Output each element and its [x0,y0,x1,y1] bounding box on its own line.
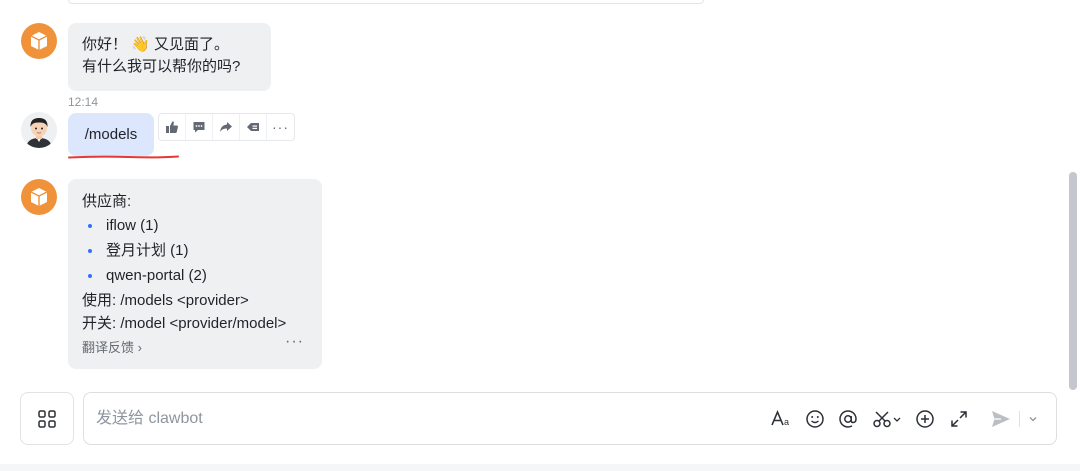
greeting-line-1: 你好！ 👋 又见面了。 [82,34,257,56]
font-format-icon: a [771,409,789,427]
send-options-chevron-icon [1029,417,1037,422]
box-icon [30,32,48,50]
apps-grid-icon [38,409,56,428]
emoji-icon [806,410,824,428]
user-message-bubble[interactable]: /models [68,113,154,156]
screenshot-button[interactable] [872,407,904,431]
expand-icon [951,411,967,427]
send-divider [1019,411,1020,427]
mention-button[interactable] [836,407,860,431]
more-icon: ··· [272,119,289,135]
add-icon [916,410,934,428]
list-item: 登月计划 (1) [82,238,308,263]
provider-list: iflow (1) 登月计划 (1) qwen-portal (2) [82,213,308,288]
expand-composer-button[interactable] [947,407,971,431]
send-button[interactable] [989,407,1013,431]
red-underline-annotation [68,155,179,159]
forward-button[interactable] [213,114,240,140]
add-button[interactable] [913,407,937,431]
reply-button[interactable] [186,114,213,140]
message-composer: a [83,392,1057,445]
message-actions-toolbar: ··· [158,113,295,141]
chevron-right-icon: › [137,340,142,355]
list-item: qwen-portal (2) [82,263,308,288]
send-options-button[interactable] [1024,407,1042,431]
previous-message-card-edge [68,0,704,4]
font-format-button[interactable]: a [770,407,794,431]
usage-line: 使用: /models <provider> [82,292,249,309]
message-input[interactable] [96,407,736,431]
bot-avatar[interactable] [21,179,57,215]
thumbs-up-icon [166,121,178,133]
scrollbar-thumb[interactable] [1069,172,1077,390]
forward-icon [220,122,232,132]
thumbs-up-button[interactable] [159,114,186,140]
user-message-text: /models [84,126,138,143]
waving-hand-emoji: 👋 [131,36,150,53]
scissors-icon [873,411,901,428]
quote-button[interactable] [240,114,267,140]
box-icon [30,188,48,206]
list-item: iflow (1) [82,213,308,238]
window-bottom-edge [0,464,1080,471]
bot-greeting-bubble: 你好！ 👋 又见面了。 有什么我可以帮你的吗? [68,23,271,91]
bot-avatar[interactable] [21,23,57,59]
user-avatar-image [21,112,57,148]
quote-icon [247,123,259,131]
apps-button[interactable] [20,392,74,445]
translate-feedback-label: 翻译反馈 [82,340,135,355]
svg-text:a: a [784,417,789,427]
greeting-see-you-again: 又见面了。 [154,36,230,53]
mention-icon [839,410,857,428]
bot-reply-bubble: 供应商: iflow (1) 登月计划 (1) qwen-portal (2) … [68,179,322,369]
translate-feedback-link[interactable]: 翻译反馈 › [82,337,308,359]
user-avatar[interactable] [21,112,57,148]
providers-heading: 供应商: [82,193,132,210]
greeting-line-2: 有什么我可以帮你的吗? [82,58,241,75]
send-icon [992,411,1010,427]
emoji-button[interactable] [803,407,827,431]
more-options-button[interactable]: ··· [285,331,304,353]
message-timestamp: 12:14 [68,95,99,109]
greeting-hello: 你好！ [82,36,128,53]
more-actions-button[interactable]: ··· [267,114,294,140]
switch-line: 开关: /model <provider/model> [82,315,287,332]
reply-icon [193,122,205,133]
